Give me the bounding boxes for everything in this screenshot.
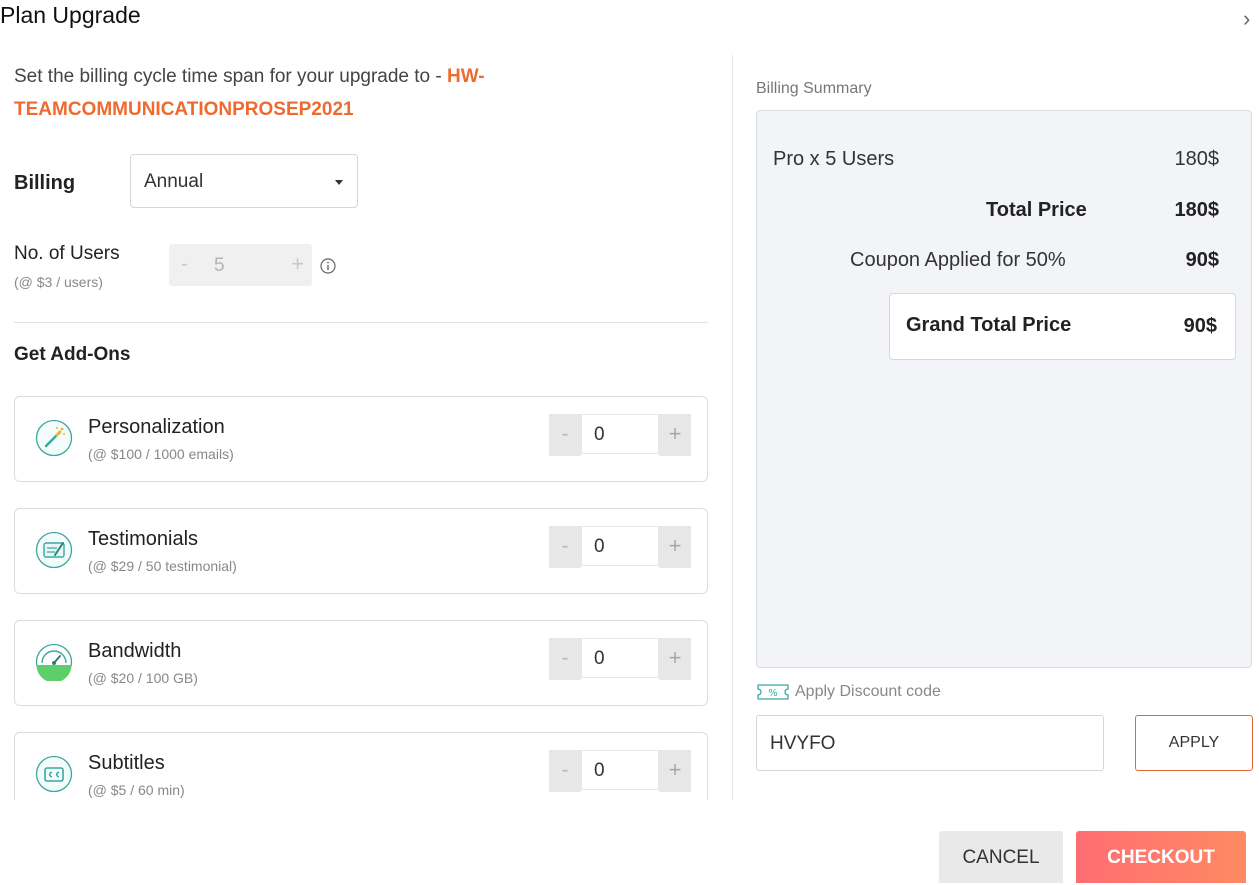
- total-price-value: 180$: [1174, 199, 1220, 221]
- addon-stepper: - 0 +: [549, 526, 691, 568]
- apply-button[interactable]: APPLY: [1135, 715, 1253, 771]
- subtitles-cc-icon: [35, 755, 73, 793]
- billing-summary-panel: [756, 110, 1252, 668]
- addon-rate: (@ $5 / 60 min): [88, 782, 185, 798]
- svg-text:%: %: [768, 688, 778, 699]
- modal-title: Plan Upgrade: [0, 2, 141, 28]
- info-icon[interactable]: [320, 258, 336, 274]
- users-label: No. of Users: [14, 243, 120, 264]
- decrement-button[interactable]: -: [549, 638, 581, 680]
- addon-rate: (@ $20 / 100 GB): [88, 670, 198, 686]
- addon-name: Personalization: [88, 416, 225, 438]
- addon-card-personalization: Personalization (@ $100 / 1000 emails) -…: [14, 396, 708, 482]
- discount-label: Apply Discount code: [795, 683, 941, 700]
- billing-label: Billing: [14, 172, 76, 194]
- summary-users-value: 180$: [1174, 148, 1220, 170]
- speedometer-icon: [35, 643, 73, 681]
- addon-name: Testimonials: [88, 528, 199, 550]
- addon-name: Bandwidth: [88, 640, 182, 662]
- addon-name: Subtitles: [88, 752, 165, 774]
- addon-rate: (@ $100 / 1000 emails): [88, 446, 234, 462]
- users-decrement-button[interactable]: -: [181, 253, 188, 276]
- upgrade-intro: Set the billing cycle time span for your…: [14, 60, 634, 126]
- increment-button[interactable]: +: [659, 414, 691, 456]
- decrement-button[interactable]: -: [549, 750, 581, 792]
- addon-card-bandwidth: Bandwidth (@ $20 / 100 GB) - 0 +: [14, 620, 708, 706]
- users-rate: (@ $3 / users): [14, 274, 103, 290]
- billing-cycle-value: Annual: [144, 171, 204, 192]
- increment-button[interactable]: +: [659, 526, 691, 568]
- testimonial-icon: [35, 531, 73, 569]
- chevron-down-icon: [335, 180, 343, 185]
- intro-text: Set the billing cycle time span for your…: [14, 66, 448, 87]
- addon-rate: (@ $29 / 50 testimonial): [88, 558, 237, 574]
- addon-card-subtitles: Subtitles (@ $5 / 60 min) - 0 +: [14, 732, 708, 800]
- coupon-value: 90$: [1185, 249, 1219, 271]
- increment-button[interactable]: +: [659, 750, 691, 792]
- addon-stepper: - 0 +: [549, 414, 691, 456]
- users-increment-button[interactable]: +: [291, 251, 304, 277]
- addons-title: Get Add-Ons: [14, 344, 131, 365]
- decrement-button[interactable]: -: [549, 526, 581, 568]
- addon-card-testimonials: Testimonials (@ $29 / 50 testimonial) - …: [14, 508, 708, 594]
- summary-users-label: Pro x 5 Users: [773, 148, 895, 170]
- grand-total-value: 90$: [1183, 315, 1217, 337]
- total-price-label: Total Price: [986, 199, 1087, 221]
- decrement-button[interactable]: -: [549, 414, 581, 456]
- quantity-input[interactable]: 0: [581, 526, 659, 566]
- section-divider: [14, 322, 708, 323]
- coupon-label: Coupon Applied for 50%: [850, 249, 1066, 271]
- addon-stepper: - 0 +: [549, 750, 691, 792]
- discount-code-value: HVYFO: [770, 733, 836, 754]
- quantity-input[interactable]: 0: [581, 750, 659, 790]
- quantity-input[interactable]: 0: [581, 414, 659, 454]
- checkout-button[interactable]: CHECKOUT: [1076, 831, 1246, 883]
- users-stepper[interactable]: - 5 +: [169, 244, 312, 286]
- discount-tag-icon: %: [757, 684, 789, 700]
- column-divider: [732, 55, 733, 800]
- increment-button[interactable]: +: [659, 638, 691, 680]
- users-count: 5: [214, 255, 225, 276]
- billing-summary-label: Billing Summary: [756, 80, 872, 97]
- cancel-button[interactable]: CANCEL: [939, 831, 1063, 883]
- billing-cycle-select[interactable]: Annual: [130, 154, 358, 208]
- quantity-input[interactable]: 0: [581, 638, 659, 678]
- close-icon[interactable]: ›: [1243, 6, 1250, 32]
- grand-total-box: Grand Total Price 90$: [889, 293, 1236, 360]
- magic-wand-icon: [35, 419, 73, 457]
- addon-stepper: - 0 +: [549, 638, 691, 680]
- discount-code-input[interactable]: HVYFO: [756, 715, 1104, 771]
- grand-total-label: Grand Total Price: [906, 314, 1072, 336]
